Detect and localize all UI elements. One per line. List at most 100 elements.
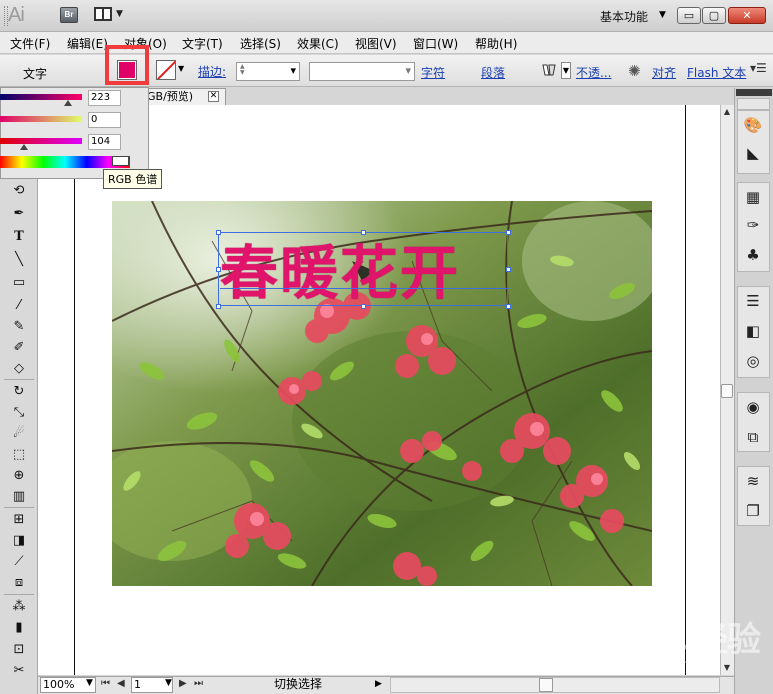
line-tool-icon[interactable]: ╲ (8, 249, 30, 271)
chevron-down-icon[interactable]: ▼ (561, 62, 571, 79)
flash-text-link[interactable]: Flash 文本 (687, 64, 746, 81)
paragraph-panel-link[interactable]: 段落 (481, 64, 505, 81)
swatches-panel-icon[interactable]: ▦ (742, 186, 764, 208)
workspace-switcher[interactable]: 基本功能 (600, 8, 648, 25)
gradient-tool-icon[interactable]: ◨ (8, 530, 30, 552)
chevron-down-icon[interactable]: ▼ (86, 678, 93, 688)
slider-thumb[interactable] (64, 100, 72, 106)
links-panel-icon[interactable]: ❐ (742, 500, 764, 522)
scrollbar-thumb[interactable] (539, 678, 553, 692)
previous-artboard-icon[interactable]: ◀ (117, 678, 125, 689)
free-transform-tool-icon[interactable]: ⬚ (8, 444, 30, 466)
panel-menu-icon[interactable]: ▾☰ (750, 61, 767, 75)
maximize-button[interactable]: ▢ (702, 7, 726, 24)
close-button[interactable]: ✕ (728, 7, 766, 24)
eyedropper-tool-icon[interactable]: ⟋ (8, 551, 30, 573)
pen-tool-icon[interactable]: ✒ (8, 203, 30, 225)
minimize-button[interactable]: ▭ (677, 7, 701, 24)
align-link[interactable]: 对齐 (652, 64, 676, 81)
menu-edit[interactable]: 编辑(E) (67, 35, 108, 52)
resize-handle[interactable] (506, 304, 511, 309)
scroll-up-icon[interactable]: ▲ (720, 105, 734, 119)
layers-panel-icon[interactable]: ≋ (742, 470, 764, 492)
artboard-tool-icon[interactable]: ⊡ (8, 639, 30, 661)
menu-window[interactable]: 窗口(W) (413, 35, 458, 52)
style-select[interactable] (309, 62, 415, 81)
gradient-panel-icon[interactable]: ◣ (742, 142, 764, 164)
brushes-panel-icon[interactable]: ✑ (742, 214, 764, 236)
warp-tool-icon[interactable]: ☄ (8, 423, 30, 445)
last-artboard-icon[interactable]: ⏭ (194, 678, 203, 689)
resize-handle[interactable] (361, 304, 366, 309)
status-text[interactable]: 切换选择 (213, 677, 383, 693)
mesh-tool-icon[interactable]: ⊞ (8, 509, 30, 531)
perspective-grid-tool-icon[interactable]: ▥ (8, 486, 30, 508)
symbols-panel-icon[interactable]: ♣ (742, 244, 764, 266)
scrollbar-thumb[interactable] (721, 384, 733, 398)
stroke-color-swatch[interactable] (156, 60, 176, 80)
chevron-down-icon[interactable]: ▼ (165, 678, 172, 688)
close-icon[interactable]: ✕ (208, 91, 219, 102)
menu-type[interactable]: 文字(T) (182, 35, 223, 52)
stroke-weight-select[interactable] (236, 62, 300, 81)
blob-brush-tool-icon[interactable]: ✐ (8, 337, 30, 359)
resize-handle[interactable] (506, 267, 511, 272)
chevron-down-icon[interactable]: ▼ (116, 9, 123, 19)
red-value-field[interactable]: 223 (88, 90, 121, 106)
dock-collapse-bar[interactable] (736, 89, 772, 96)
blue-value-field[interactable]: 104 (88, 134, 121, 150)
resize-handle[interactable] (216, 304, 221, 309)
blend-tool-icon[interactable]: ⧈ (8, 572, 30, 594)
green-slider[interactable] (0, 116, 82, 122)
stroke-panel-icon[interactable]: ☰ (742, 290, 764, 312)
color-spectrum[interactable] (0, 156, 130, 168)
white-swatch[interactable] (112, 156, 129, 166)
horizontal-scrollbar[interactable] (390, 677, 720, 693)
bridge-button[interactable]: Br (60, 7, 78, 23)
menu-effect[interactable]: 效果(C) (297, 35, 339, 52)
menu-select[interactable]: 选择(S) (240, 35, 281, 52)
menu-file[interactable]: 文件(F) (10, 35, 50, 52)
menu-help[interactable]: 帮助(H) (475, 35, 517, 52)
artboards-panel-icon[interactable]: ⧉ (742, 426, 764, 448)
slice-tool-icon[interactable]: ✂ (8, 660, 30, 682)
paintbrush-tool-icon[interactable]: ⁄ (8, 295, 30, 317)
arrange-documents-button[interactable] (94, 7, 112, 21)
resize-handle[interactable] (361, 230, 366, 235)
next-artboard-icon[interactable]: ▶ (179, 678, 187, 689)
lasso-tool-icon[interactable]: ⟲ (8, 180, 30, 202)
shape-builder-tool-icon[interactable]: ⊕ (8, 465, 30, 487)
selection-bounding-box[interactable] (218, 232, 508, 306)
play-icon[interactable]: ▶ (375, 679, 382, 689)
opacity-link[interactable]: 不透... (576, 64, 611, 81)
rotate-tool-icon[interactable]: ↻ (8, 381, 30, 403)
appearance-panel-icon[interactable]: ◎ (742, 350, 764, 372)
pencil-tool-icon[interactable]: ✎ (8, 316, 30, 338)
rectangle-tool-icon[interactable]: ▭ (8, 272, 30, 294)
type-tool-icon[interactable]: T (8, 226, 30, 248)
resize-handle[interactable] (216, 230, 221, 235)
menu-view[interactable]: 视图(V) (355, 35, 397, 52)
graphic-styles-panel-icon[interactable]: ◉ (742, 396, 764, 418)
scroll-down-icon[interactable]: ▼ (720, 661, 734, 675)
eraser-tool-icon[interactable]: ◇ (8, 358, 30, 380)
spinner-icon[interactable]: ▲ ▼ (240, 64, 245, 76)
green-value-field[interactable]: 0 (88, 112, 121, 128)
chevron-down-icon[interactable]: ▼ (659, 10, 666, 20)
chevron-down-icon[interactable]: ▼ (178, 64, 184, 73)
stroke-link[interactable]: 描边: (198, 63, 226, 80)
blue-slider[interactable] (0, 138, 82, 144)
first-artboard-icon[interactable]: ⏮ (101, 678, 110, 689)
recolor-artwork-icon[interactable]: ✺ (628, 62, 641, 80)
scale-tool-icon[interactable]: ⤡ (8, 402, 30, 424)
character-panel-link[interactable]: 字符 (421, 64, 445, 81)
column-graph-tool-icon[interactable]: ▮ (8, 617, 30, 639)
resize-handle[interactable] (506, 230, 511, 235)
symbol-sprayer-tool-icon[interactable]: ⁂ (8, 596, 30, 618)
transparency-panel-icon[interactable]: ◧ (742, 320, 764, 342)
brush-library-icon[interactable] (541, 63, 557, 77)
slider-thumb[interactable] (20, 144, 28, 150)
grip-handle[interactable] (4, 6, 8, 26)
resize-handle[interactable] (216, 267, 221, 272)
color-panel-icon[interactable]: 🎨 (742, 114, 764, 136)
